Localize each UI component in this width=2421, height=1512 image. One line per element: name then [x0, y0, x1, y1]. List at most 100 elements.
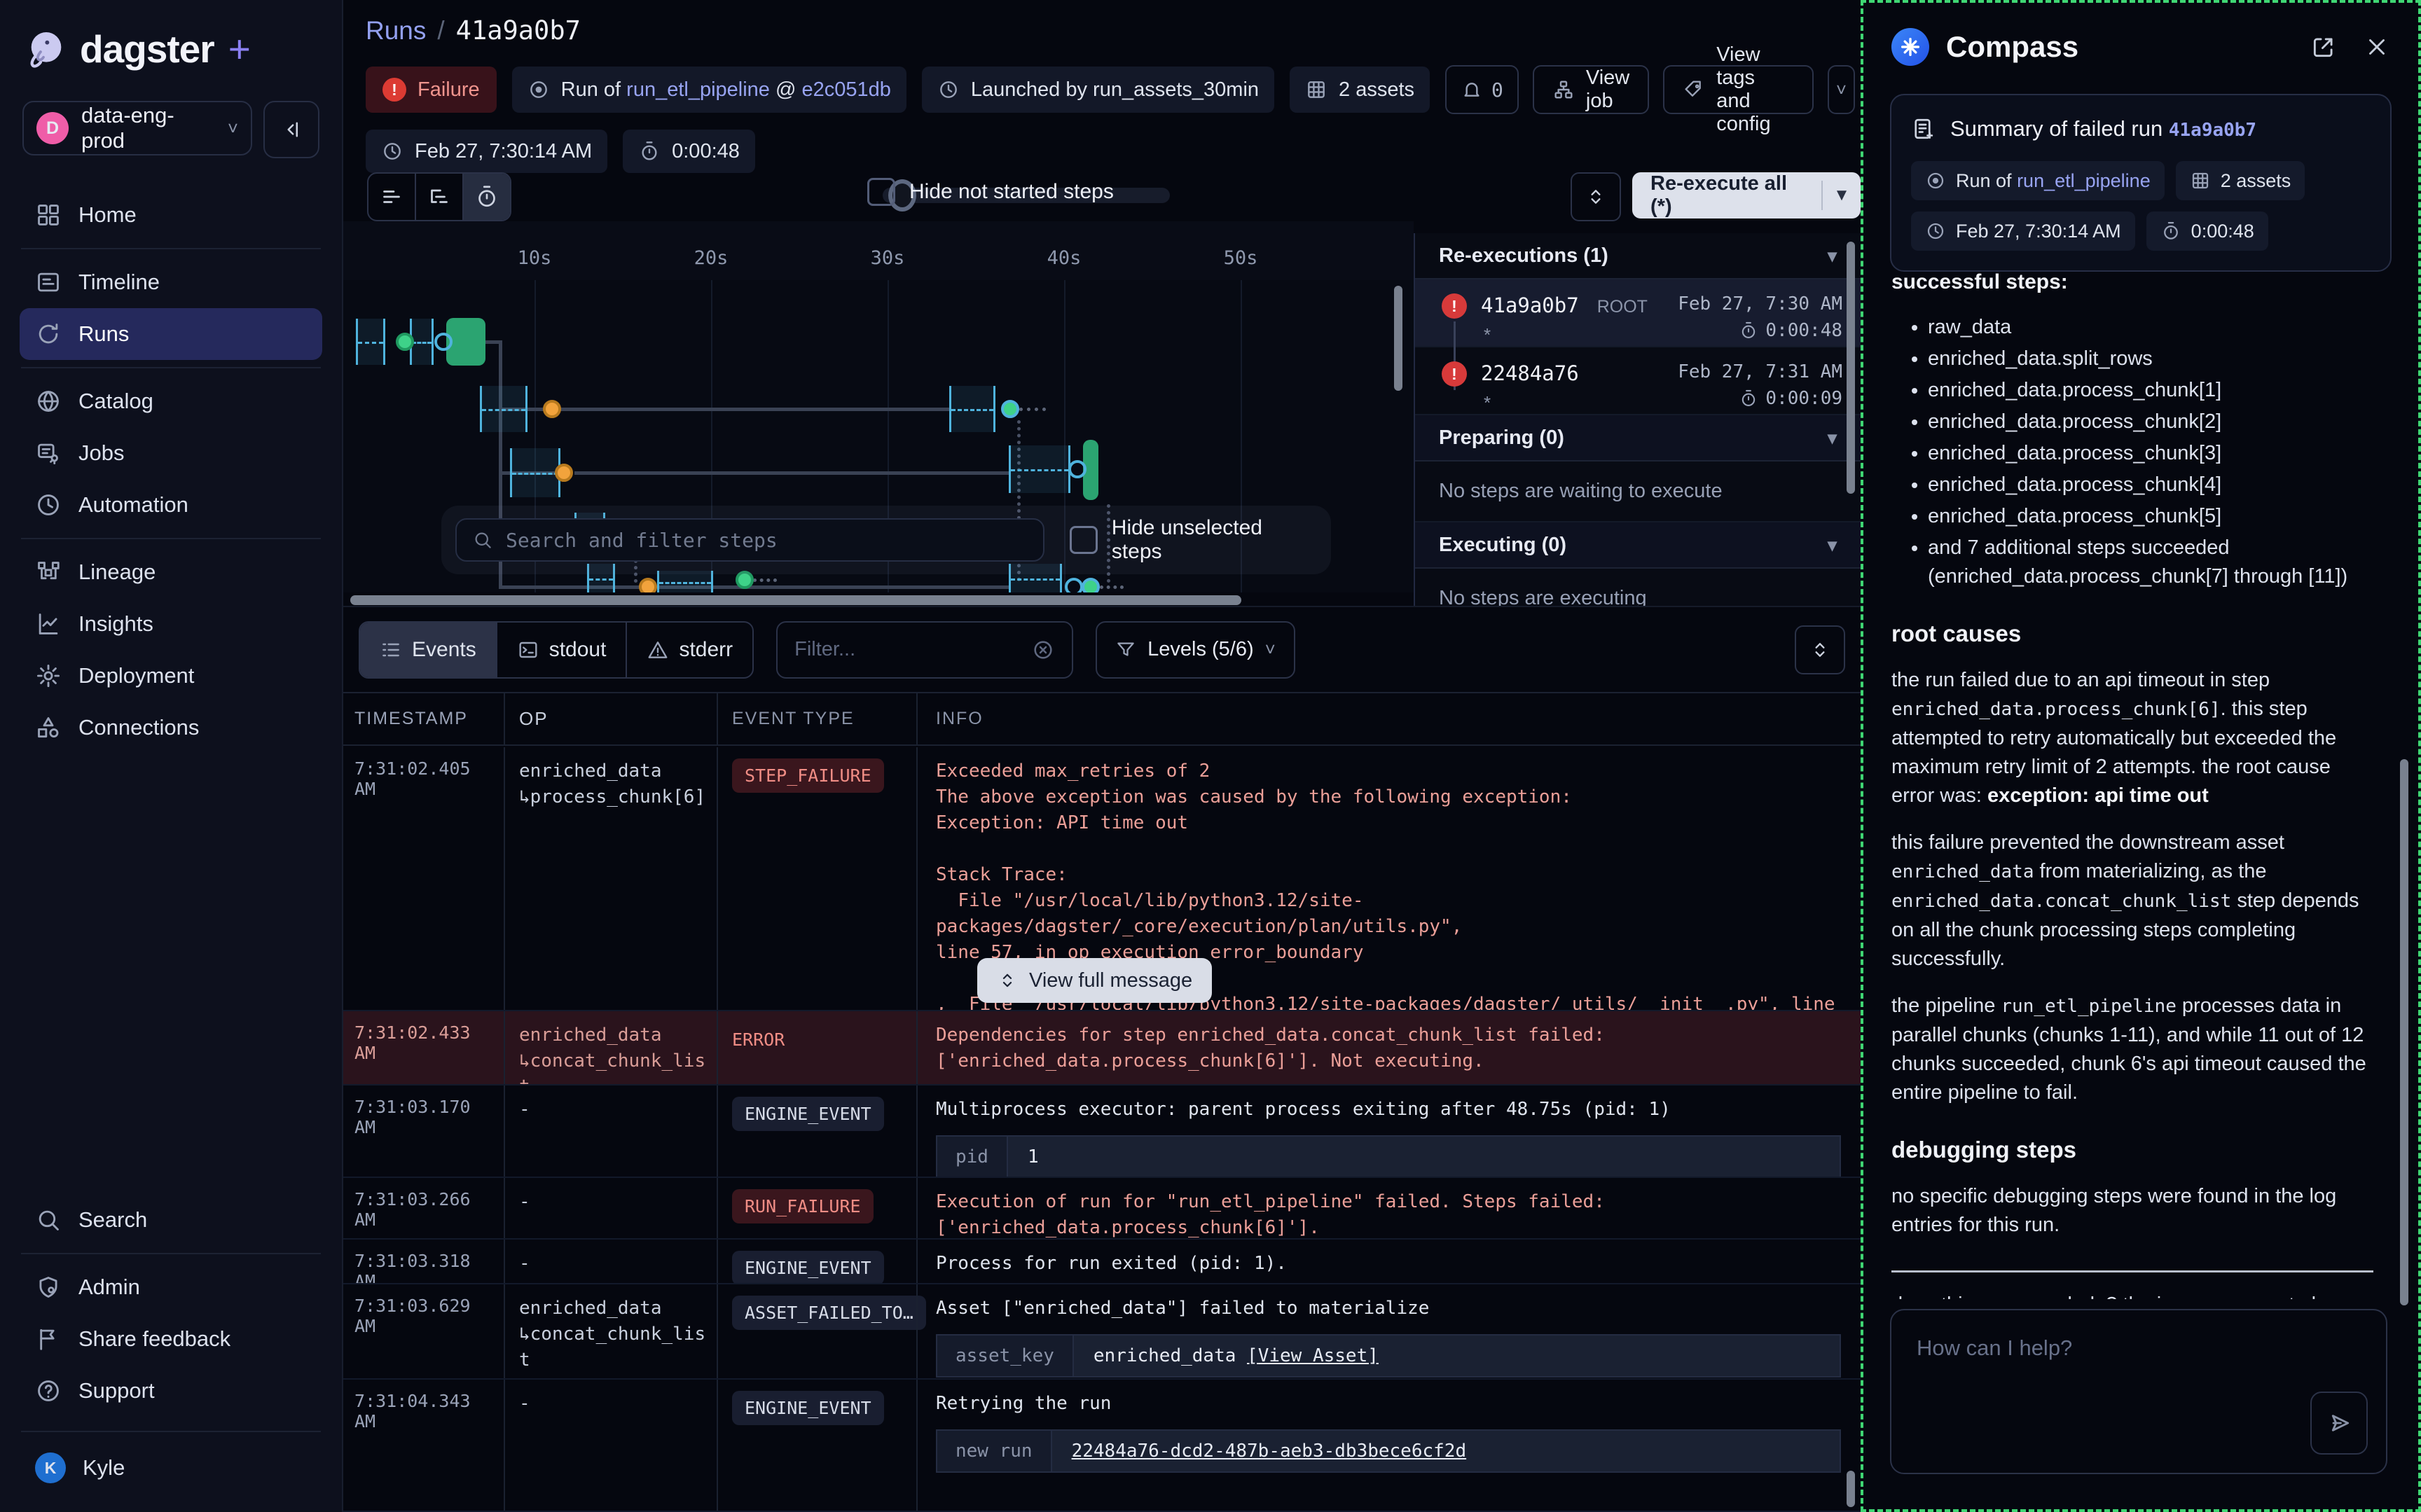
column-header-info: INFO: [916, 693, 1861, 744]
view-job-button[interactable]: View job: [1533, 65, 1649, 114]
event-type-badge: ENGINE_EVENT: [732, 1391, 884, 1425]
sidebar-item-label: Support: [78, 1378, 155, 1403]
bell-icon: [1461, 78, 1483, 101]
event-metadata-table: new run22484a76-dcd2-487b-aeb3-db3bece6c…: [936, 1429, 1841, 1473]
sidebar-item-home[interactable]: Home: [20, 189, 322, 241]
reexecution-run-row[interactable]: !22484a76*Feb 27, 7:31 AM0:00:09: [1415, 347, 1861, 415]
summary-paragraph: the run failed due to an api timeout in …: [1891, 666, 2373, 810]
sidebar-item-label: Share feedback: [78, 1326, 230, 1352]
compass-scrollbar[interactable]: [2400, 759, 2408, 1305]
waterfall-view-button[interactable]: [416, 174, 464, 220]
breadcrumb-run-id: 41a9a0b7: [456, 15, 581, 46]
close-icon[interactable]: [2364, 34, 2390, 60]
dagster-logo-icon: [24, 27, 69, 71]
tab-stdout[interactable]: stdout: [497, 623, 628, 677]
dagster-app: dagster + D data-eng-prod ˅ Home Timeline…: [0, 0, 2421, 1512]
events-scrollbar[interactable]: [1847, 1471, 1855, 1507]
retry-dotted-line: [1100, 585, 1124, 589]
sidebar-item-automation[interactable]: Automation: [20, 479, 322, 531]
reexecutions-scrollbar[interactable]: [1847, 242, 1855, 494]
gantt-search-overlay: Search and filter steps Hide unselected …: [441, 506, 1331, 574]
summary-doc-icon: [1911, 116, 1936, 141]
sidebar-item-catalog[interactable]: Catalog: [20, 375, 322, 427]
logo[interactable]: dagster +: [0, 0, 342, 91]
view-full-message-button[interactable]: View full message: [977, 958, 1212, 1003]
sidebar-item-admin[interactable]: Admin: [20, 1261, 322, 1313]
step-item: enriched_data.process_chunk[4]: [1928, 471, 2373, 499]
reexecute-all-button[interactable]: Re-execute all (*) ▼: [1632, 172, 1861, 219]
steps-group-header[interactable]: Executing (0)▾: [1415, 522, 1861, 569]
automation-icon: [35, 492, 62, 518]
sidebar-item-support[interactable]: Support: [20, 1365, 322, 1417]
view-tags-config-button[interactable]: View tags and config: [1663, 65, 1814, 114]
step-bar-pending[interactable]: [949, 386, 995, 432]
reexecutions-header[interactable]: Re-executions (1)▾: [1415, 233, 1861, 279]
event-op: -: [504, 1178, 717, 1238]
sidebar-item-connections[interactable]: Connections: [20, 702, 322, 754]
run-id[interactable]: 41a9a0b7: [1481, 293, 1579, 317]
levels-dropdown[interactable]: Levels (5/6) ˅: [1096, 621, 1295, 679]
sidebar-item-insights[interactable]: Insights: [20, 598, 322, 650]
event-info-text: Execution of run for "run_etl_pipeline" …: [936, 1189, 1847, 1240]
hide-unselected-checkbox[interactable]: Hide unselected steps: [1070, 516, 1317, 564]
step-marker-grc: [1001, 400, 1019, 418]
sidebar-item-timeline[interactable]: Timeline: [20, 256, 322, 308]
event-type-badge: ASSET_FAILED_TO…: [732, 1296, 926, 1330]
alerts-button[interactable]: 0: [1445, 65, 1519, 114]
flat-view-button[interactable]: [368, 174, 416, 220]
user-menu[interactable]: K Kyle: [20, 1442, 322, 1494]
divider: [21, 1253, 321, 1254]
summary-pill: 0:00:48: [2146, 211, 2268, 251]
collapse-sidebar-icon: [280, 118, 303, 141]
breadcrumb-runs-link[interactable]: Runs: [366, 16, 426, 46]
compass-chat-input[interactable]: How can I help?: [1890, 1309, 2387, 1474]
run-id[interactable]: 22484a76: [1481, 361, 1579, 385]
tab-stderr[interactable]: stderr: [627, 623, 752, 677]
summary-card-title: Summary of failed run 41a9a0b7: [1911, 116, 2371, 141]
sidebar-collapse-button[interactable]: [263, 101, 319, 158]
step-bar-pending[interactable]: [480, 386, 527, 432]
sidebar-item-deployment[interactable]: Deployment: [20, 650, 322, 702]
metadata-link[interactable]: [View Asset]: [1247, 1345, 1379, 1366]
user-name: Kyle: [83, 1455, 125, 1480]
failure-icon: !: [382, 78, 406, 102]
clock-icon: [937, 78, 960, 101]
assets-icon: [2190, 170, 2211, 191]
hide-not-started-checkbox[interactable]: Hide not started steps: [867, 178, 1114, 206]
step-bar-pending[interactable]: [356, 319, 385, 365]
chevron-down-icon: ˅: [1836, 79, 1847, 101]
event-timestamp: 7:31:03.266 AM: [343, 1178, 504, 1238]
lineage-icon: [35, 559, 62, 585]
gantt-time-ruler: 10s20s30s40s50s: [343, 221, 1414, 282]
metadata-link[interactable]: 22484a76-dcd2-487b-aeb3-db3bece6cf2d: [1072, 1441, 1467, 1462]
column-header-timestamp: TIMESTAMP: [343, 693, 504, 744]
reexecution-run-row[interactable]: !41a9a0b7ROOT*Feb 27, 7:30 AM0:00:48: [1415, 279, 1861, 347]
deployment-switcher[interactable]: D data-eng-prod ˅: [22, 101, 252, 155]
timed-view-button[interactable]: [464, 174, 510, 220]
tab-events[interactable]: Events: [360, 623, 497, 677]
gantt-vertical-scrollbar[interactable]: [1394, 286, 1402, 391]
step-bar-pending[interactable]: [510, 448, 560, 497]
sidebar-item-lineage[interactable]: Lineage: [20, 546, 322, 598]
gantt-horizontal-scrollbar[interactable]: [350, 595, 1241, 605]
step-item: and 7 additional steps succeeded (enrich…: [1928, 534, 2373, 591]
reexecute-caret-icon[interactable]: ▼: [1823, 186, 1861, 205]
step-search-input[interactable]: Search and filter steps: [455, 518, 1044, 562]
clock-icon: [381, 140, 404, 162]
expand-logs-button[interactable]: [1795, 625, 1845, 674]
more-actions-button[interactable]: ˅: [1828, 65, 1854, 114]
sidebar-item-runs[interactable]: Runs: [20, 308, 322, 360]
sidebar-item-search[interactable]: Search: [20, 1194, 322, 1246]
stdout-icon: [517, 639, 539, 661]
clear-filter-icon[interactable]: [1031, 638, 1055, 662]
open-external-icon[interactable]: [2310, 34, 2337, 60]
run-date: Feb 27, 7:30 AM: [1678, 293, 1842, 314]
log-filter-input[interactable]: Filter...: [776, 621, 1073, 679]
step-bar-pending[interactable]: [1009, 445, 1070, 493]
sidebar-item-share-feedback[interactable]: Share feedback: [20, 1313, 322, 1365]
steps-group-header[interactable]: Preparing (0)▾: [1415, 415, 1861, 462]
successful-steps-heading: successful steps:: [1891, 268, 2373, 296]
send-button[interactable]: [2310, 1392, 2368, 1455]
expand-panel-button[interactable]: [1571, 172, 1621, 221]
sidebar-item-jobs[interactable]: Jobs: [20, 427, 322, 479]
